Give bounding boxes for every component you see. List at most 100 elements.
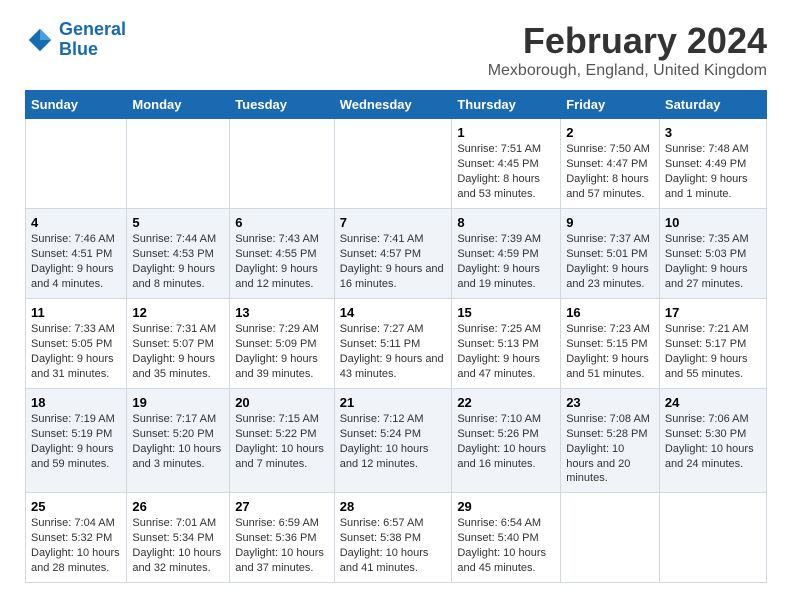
calendar-cell: 23 Sunrise: 7:08 AMSunset: 5:28 PMDayligh… [561, 389, 660, 493]
day-number: 25 [31, 499, 121, 514]
calendar-cell: 21 Sunrise: 7:12 AMSunset: 5:24 PMDayligh… [334, 389, 452, 493]
calendar-cell: 22Sunrise: 7:10 AMSunset: 5:26 PMDayligh… [452, 389, 561, 493]
day-number: 15 [457, 305, 555, 320]
weekday-header-row: SundayMondayTuesdayWednesdayThursdayFrid… [26, 91, 767, 119]
calendar-cell: 8 Sunrise: 7:39 AMSunset: 4:59 PMDaylight… [452, 209, 561, 299]
calendar-cell [561, 493, 660, 583]
day-number: 19 [132, 395, 224, 410]
day-info: Sunrise: 7:44 AMSunset: 4:53 PMDaylight:… [132, 232, 224, 291]
day-info: Sunrise: 7:21 AMSunset: 5:17 PMDaylight:… [665, 322, 761, 381]
calendar-header: SundayMondayTuesdayWednesdayThursdayFrid… [26, 91, 767, 119]
day-info: Sunrise: 7:37 AMSunset: 5:01 PMDaylight:… [566, 232, 654, 291]
day-info: Sunrise: 7:48 AMSunset: 4:49 PMDaylight:… [665, 142, 761, 201]
day-info: Sunrise: 7:15 AMSunset: 5:22 PMDaylight:… [235, 412, 329, 471]
weekday-header-sunday: Sunday [26, 91, 127, 119]
day-info: Sunrise: 7:04 AMSunset: 5:32 PMDaylight:… [31, 516, 121, 575]
day-number: 26 [132, 499, 224, 514]
calendar-cell [659, 493, 766, 583]
calendar-cell: 27 Sunrise: 6:59 AMSunset: 5:36 PMDayligh… [230, 493, 335, 583]
calendar-cell: 16 Sunrise: 7:23 AMSunset: 5:15 PMDayligh… [561, 299, 660, 389]
logo-icon [25, 25, 55, 55]
calendar-cell [230, 119, 335, 209]
day-info: Sunrise: 7:31 AMSunset: 5:07 PMDaylight:… [132, 322, 224, 381]
day-info: Sunrise: 7:08 AMSunset: 5:28 PMDaylight:… [566, 412, 654, 486]
header: General Blue February 2024 Mexborough, E… [25, 20, 767, 80]
day-info: Sunrise: 7:29 AMSunset: 5:09 PMDaylight:… [235, 322, 329, 381]
calendar-cell: 18 Sunrise: 7:19 AMSunset: 5:19 PMDayligh… [26, 389, 127, 493]
calendar-cell: 19 Sunrise: 7:17 AMSunset: 5:20 PMDayligh… [127, 389, 230, 493]
calendar-cell: 28Sunrise: 6:57 AMSunset: 5:38 PMDayligh… [334, 493, 452, 583]
day-info: Sunrise: 7:12 AMSunset: 5:24 PMDaylight:… [340, 412, 447, 471]
day-info: Sunrise: 7:35 AMSunset: 5:03 PMDaylight:… [665, 232, 761, 291]
weekday-header-friday: Friday [561, 91, 660, 119]
calendar-cell: 9 Sunrise: 7:37 AMSunset: 5:01 PMDaylight… [561, 209, 660, 299]
day-number: 8 [457, 215, 555, 230]
day-number: 21 [340, 395, 447, 410]
day-number: 5 [132, 215, 224, 230]
day-info: Sunrise: 7:17 AMSunset: 5:20 PMDaylight:… [132, 412, 224, 471]
calendar-cell: 5 Sunrise: 7:44 AMSunset: 4:53 PMDaylight… [127, 209, 230, 299]
day-info: Sunrise: 6:54 AMSunset: 5:40 PMDaylight:… [457, 516, 555, 575]
weekday-header-thursday: Thursday [452, 91, 561, 119]
calendar-cell [127, 119, 230, 209]
calendar-cell: 25 Sunrise: 7:04 AMSunset: 5:32 PMDayligh… [26, 493, 127, 583]
calendar-cell: 12 Sunrise: 7:31 AMSunset: 5:07 PMDayligh… [127, 299, 230, 389]
day-info: Sunrise: 7:41 AMSunset: 4:57 PMDaylight:… [340, 232, 447, 291]
day-info: Sunrise: 7:23 AMSunset: 5:15 PMDaylight:… [566, 322, 654, 381]
day-number: 1 [457, 125, 555, 140]
day-number: 27 [235, 499, 329, 514]
calendar-cell: 2Sunrise: 7:50 AMSunset: 4:47 PMDaylight… [561, 119, 660, 209]
calendar-cell: 26 Sunrise: 7:01 AMSunset: 5:34 PMDayligh… [127, 493, 230, 583]
day-number: 22 [457, 395, 555, 410]
day-info: Sunrise: 7:33 AMSunset: 5:05 PMDaylight:… [31, 322, 121, 381]
day-number: 13 [235, 305, 329, 320]
day-info: Sunrise: 7:50 AMSunset: 4:47 PMDaylight:… [566, 142, 654, 201]
calendar-week-row: 25 Sunrise: 7:04 AMSunset: 5:32 PMDayligh… [26, 493, 767, 583]
day-number: 23 [566, 395, 654, 410]
calendar-cell: 7 Sunrise: 7:41 AMSunset: 4:57 PMDaylight… [334, 209, 452, 299]
main-title: February 2024 [488, 20, 767, 62]
day-number: 4 [31, 215, 121, 230]
calendar-week-row: 1 Sunrise: 7:51 AMSunset: 4:45 PMDaylight… [26, 119, 767, 209]
day-number: 28 [340, 499, 447, 514]
calendar-cell: 15Sunrise: 7:25 AMSunset: 5:13 PMDayligh… [452, 299, 561, 389]
calendar-cell: 29 Sunrise: 6:54 AMSunset: 5:40 PMDayligh… [452, 493, 561, 583]
weekday-header-saturday: Saturday [659, 91, 766, 119]
day-number: 9 [566, 215, 654, 230]
day-info: Sunrise: 7:46 AMSunset: 4:51 PMDaylight:… [31, 232, 121, 291]
weekday-header-tuesday: Tuesday [230, 91, 335, 119]
day-info: Sunrise: 7:19 AMSunset: 5:19 PMDaylight:… [31, 412, 121, 471]
day-number: 18 [31, 395, 121, 410]
logo: General Blue [25, 20, 126, 60]
day-number: 7 [340, 215, 447, 230]
calendar-cell: 13 Sunrise: 7:29 AMSunset: 5:09 PMDayligh… [230, 299, 335, 389]
calendar-table: SundayMondayTuesdayWednesdayThursdayFrid… [25, 90, 767, 583]
day-number: 10 [665, 215, 761, 230]
day-info: Sunrise: 7:06 AMSunset: 5:30 PMDaylight:… [665, 412, 761, 471]
day-number: 20 [235, 395, 329, 410]
day-number: 12 [132, 305, 224, 320]
day-number: 6 [235, 215, 329, 230]
calendar-cell: 4 Sunrise: 7:46 AMSunset: 4:51 PMDaylight… [26, 209, 127, 299]
calendar-cell [26, 119, 127, 209]
day-info: Sunrise: 7:01 AMSunset: 5:34 PMDaylight:… [132, 516, 224, 575]
day-number: 16 [566, 305, 654, 320]
day-info: Sunrise: 6:59 AMSunset: 5:36 PMDaylight:… [235, 516, 329, 575]
calendar-week-row: 11 Sunrise: 7:33 AMSunset: 5:05 PMDayligh… [26, 299, 767, 389]
calendar-cell: 11 Sunrise: 7:33 AMSunset: 5:05 PMDayligh… [26, 299, 127, 389]
day-info: Sunrise: 7:27 AMSunset: 5:11 PMDaylight:… [340, 322, 447, 381]
calendar-cell: 6 Sunrise: 7:43 AMSunset: 4:55 PMDaylight… [230, 209, 335, 299]
day-number: 29 [457, 499, 555, 514]
day-number: 11 [31, 305, 121, 320]
day-info: Sunrise: 7:43 AMSunset: 4:55 PMDaylight:… [235, 232, 329, 291]
day-info: Sunrise: 7:51 AMSunset: 4:45 PMDaylight:… [457, 142, 555, 201]
title-area: February 2024 Mexborough, England, Unite… [488, 20, 767, 80]
day-info: Sunrise: 7:39 AMSunset: 4:59 PMDaylight:… [457, 232, 555, 291]
day-number: 24 [665, 395, 761, 410]
day-number: 14 [340, 305, 447, 320]
calendar-cell: 24 Sunrise: 7:06 AMSunset: 5:30 PMDayligh… [659, 389, 766, 493]
logo-text: General Blue [59, 20, 126, 60]
calendar-cell [334, 119, 452, 209]
calendar-cell: 17 Sunrise: 7:21 AMSunset: 5:17 PMDayligh… [659, 299, 766, 389]
day-number: 17 [665, 305, 761, 320]
